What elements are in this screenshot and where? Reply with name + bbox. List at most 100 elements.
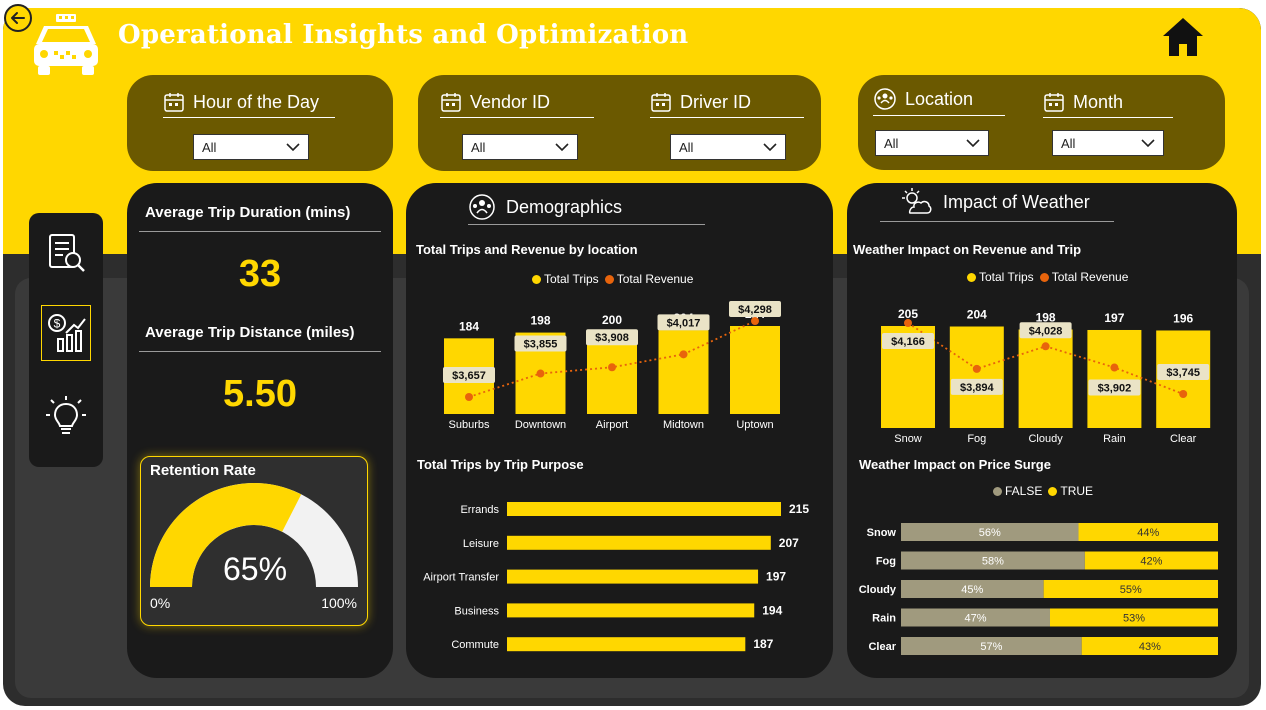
purpose-category-label: Commute: [451, 639, 499, 651]
trips-label: 184: [459, 319, 479, 333]
avg-duration-value: 33: [238, 253, 282, 295]
calendar-icon: [651, 93, 671, 112]
location-bar-chart: 184Suburbs198Downtown200Airport204Midtow…: [443, 301, 781, 431]
hour-dropdown[interactable]: All: [193, 134, 309, 160]
surge-false-label: 58%: [982, 556, 1004, 568]
legend-item: Total Revenue: [604, 272, 693, 286]
revenue-point: [1179, 390, 1188, 398]
revenue-label: $3,745: [1166, 367, 1200, 379]
gauge-max-label: 100%: [321, 595, 357, 611]
hour-filter-label: Hour of the Day: [193, 91, 320, 112]
surge-true-label: 43%: [1139, 641, 1161, 653]
surge-category-label: Rain: [872, 613, 896, 625]
legend-label: TRUE: [1060, 484, 1094, 498]
revenue-label: $3,894: [960, 382, 995, 394]
trips-bar: [949, 326, 1004, 428]
divider: [139, 231, 381, 232]
vendor-dropdown[interactable]: All: [462, 134, 578, 160]
month-filter-label: Month: [1073, 91, 1124, 112]
weather-title: Impact of Weather: [943, 191, 1090, 212]
month-dropdown-value: All: [1061, 135, 1076, 151]
month-dropdown[interactable]: All: [1052, 130, 1164, 156]
weather-revenue-bar-chart: 205Snow204Fog198Cloudy197Rain196Clear$4,…: [881, 307, 1211, 445]
category-label: Fog: [967, 433, 986, 445]
side-navigation: $: [29, 213, 103, 467]
purpose-bar: [507, 502, 781, 516]
revenue-label: $4,298: [738, 304, 772, 316]
surge-false-label: 57%: [980, 641, 1002, 653]
surge-chart-title: Weather Impact on Price Surge: [859, 457, 1051, 472]
nav-item-report[interactable]: [41, 225, 91, 281]
nav-item-finance[interactable]: $: [41, 305, 91, 361]
revenue-point: [1041, 342, 1050, 351]
legend-label: Total Trips: [979, 270, 1034, 284]
weather-header: Impact of Weather: [901, 187, 1090, 217]
trips-label: 197: [1104, 311, 1124, 325]
divider: [468, 224, 705, 225]
trips-bar: [658, 330, 709, 414]
location-chart-title: Total Trips and Revenue by location: [416, 242, 638, 257]
purpose-category-label: Airport Transfer: [423, 572, 499, 584]
driver-dropdown[interactable]: All: [670, 134, 786, 160]
trips-bar: [730, 326, 780, 414]
weather-card: Impact of Weather Weather Impact on Reve…: [847, 183, 1237, 678]
price-surge-stacked-chart: Snow 56% 44% Fog 58% 42% Cloudy 45% 55% Rain 47% 53…: [859, 523, 1218, 655]
surge-true-label: 53%: [1123, 613, 1145, 625]
revenue-point: [536, 369, 545, 378]
demographics-header: Demographics: [468, 193, 622, 221]
purpose-bar: [507, 535, 771, 550]
location-dropdown[interactable]: All: [875, 130, 989, 156]
nav-item-insights[interactable]: [41, 388, 91, 444]
purpose-bar-chart: Errands 215 Leisure 207 Airport Transfer 197 B…: [423, 502, 809, 652]
location-month-filter-panel: Location All Month All: [858, 75, 1225, 170]
avg-distance-label: Average Trip Distance (miles): [145, 324, 355, 341]
purpose-value-label: 215: [789, 502, 809, 516]
revenue-point: [904, 319, 912, 327]
legend-item: Total Trips: [967, 270, 1034, 284]
revenue-point: [972, 364, 981, 373]
surge-false-label: 56%: [979, 527, 1001, 539]
finance-chart-icon: $: [48, 314, 86, 352]
chevron-down-icon: [763, 143, 777, 152]
svg-text:$: $: [54, 317, 61, 331]
chevron-down-icon: [555, 143, 569, 152]
surge-category-label: Snow: [867, 527, 897, 539]
legend-swatch: [993, 486, 1002, 496]
vendor-filter-header: Vendor ID: [440, 91, 594, 118]
month-filter-header: Month: [1043, 91, 1173, 118]
back-button[interactable]: [4, 4, 32, 32]
category-label: Cloudy: [1028, 433, 1063, 445]
legend-swatch: [1048, 486, 1058, 496]
vendor-filter-label: Vendor ID: [470, 91, 551, 112]
chevron-down-icon: [286, 143, 300, 152]
surge-true-label: 55%: [1120, 584, 1142, 596]
trips-label: 198: [530, 314, 550, 328]
people-location-icon: [874, 88, 896, 110]
location-filter-label: Location: [905, 88, 974, 109]
revenue-label: $3,908: [595, 332, 629, 344]
purpose-bar: [507, 569, 759, 584]
vendor-driver-filter-panel: Vendor ID All Driver ID All: [418, 75, 821, 171]
legend-swatch: [604, 274, 614, 284]
revenue-label: $3,902: [1098, 383, 1132, 395]
surge-chart-legend: FALSE TRUE: [993, 484, 1093, 498]
home-icon[interactable]: [1160, 14, 1206, 60]
driver-dropdown-value: All: [679, 139, 694, 155]
chevron-down-icon: [966, 139, 980, 148]
divider: [880, 221, 1114, 222]
revenue-point: [608, 363, 616, 372]
demographics-title: Demographics: [506, 196, 623, 217]
driver-filter-header: Driver ID: [650, 91, 804, 118]
avg-duration-label: Average Trip Duration (mins): [145, 204, 351, 221]
weather-revenue-legend: Total Trips Total Revenue: [967, 270, 1128, 284]
purpose-chart-title: Total Trips by Trip Purpose: [417, 457, 584, 472]
revenue-label: $4,166: [891, 336, 925, 348]
location-filter-header: Location: [873, 87, 1005, 116]
people-globe-icon: [469, 194, 495, 220]
purpose-value-label: 187: [753, 637, 773, 651]
location-dropdown-value: All: [884, 135, 899, 151]
legend-label: FALSE: [1005, 484, 1043, 498]
avg-distance-value: 5.50: [223, 373, 297, 415]
revenue-point: [465, 393, 473, 401]
lightbulb-icon: [46, 396, 86, 434]
